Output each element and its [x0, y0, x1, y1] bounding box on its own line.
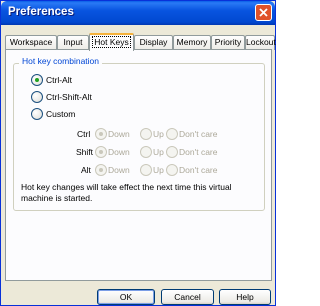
label-ctrl-alt: Ctrl-Alt	[46, 75, 72, 85]
shift-down-radio[interactable]	[95, 146, 107, 158]
tab-priority[interactable]: Priority	[211, 35, 245, 50]
ctrl-down-radio[interactable]	[95, 128, 107, 140]
modifier-label-alt: Alt	[81, 165, 91, 175]
close-button[interactable]	[255, 4, 272, 21]
alt-up-radio[interactable]	[140, 164, 152, 176]
shift-up-radio[interactable]	[140, 146, 152, 158]
alt-up-label: Up	[153, 165, 164, 175]
radio-custom[interactable]	[31, 108, 43, 120]
alt-down-label: Down	[108, 165, 130, 175]
group-title: Hot key combination	[19, 56, 103, 66]
modifier-label-ctrl: Ctrl	[77, 129, 91, 139]
alt-dont-care-label: Don't care	[179, 165, 218, 175]
tab-workspace[interactable]: Workspace	[5, 35, 57, 50]
window-title: Preferences	[8, 6, 74, 18]
tab-strip: Workspace Input Hot Keys Display Memory …	[5, 33, 276, 51]
shift-down-label: Down	[108, 147, 130, 157]
tab-input[interactable]: Input	[57, 35, 89, 50]
ctrl-dont-care-radio[interactable]	[166, 128, 178, 140]
restart-note: Hot key changes will take effect the nex…	[21, 182, 232, 203]
close-icon	[259, 8, 268, 17]
alt-down-radio[interactable]	[95, 164, 107, 176]
ctrl-up-radio[interactable]	[140, 128, 152, 140]
help-button[interactable]: Help	[219, 289, 271, 305]
ctrl-dont-care-label: Don't care	[179, 129, 218, 139]
tab-memory[interactable]: Memory	[173, 35, 211, 50]
label-ctrl-shift-alt: Ctrl-Shift-Alt	[46, 92, 92, 102]
ok-button[interactable]: OK	[97, 289, 155, 305]
alt-dont-care-radio[interactable]	[166, 164, 178, 176]
tab-display[interactable]: Display	[134, 35, 173, 50]
modifier-label-shift: Shift	[76, 147, 94, 157]
title-bar[interactable]: Preferences	[1, 1, 275, 25]
preferences-dialog: Preferences Workspace Input Hot Keys Dis…	[0, 0, 276, 306]
label-custom: Custom	[46, 109, 76, 119]
radio-ctrl-shift-alt[interactable]	[31, 91, 43, 103]
radio-ctrl-alt[interactable]	[31, 74, 43, 86]
shift-up-label: Up	[153, 147, 164, 157]
ctrl-up-label: Up	[153, 129, 164, 139]
shift-dont-care-radio[interactable]	[166, 146, 178, 158]
shift-dont-care-label: Don't care	[179, 147, 218, 157]
tab-lockout[interactable]: Lockout	[245, 35, 276, 50]
ctrl-down-label: Down	[108, 129, 130, 139]
tab-hot-keys[interactable]: Hot Keys	[89, 33, 134, 51]
cancel-button[interactable]: Cancel	[161, 289, 214, 305]
